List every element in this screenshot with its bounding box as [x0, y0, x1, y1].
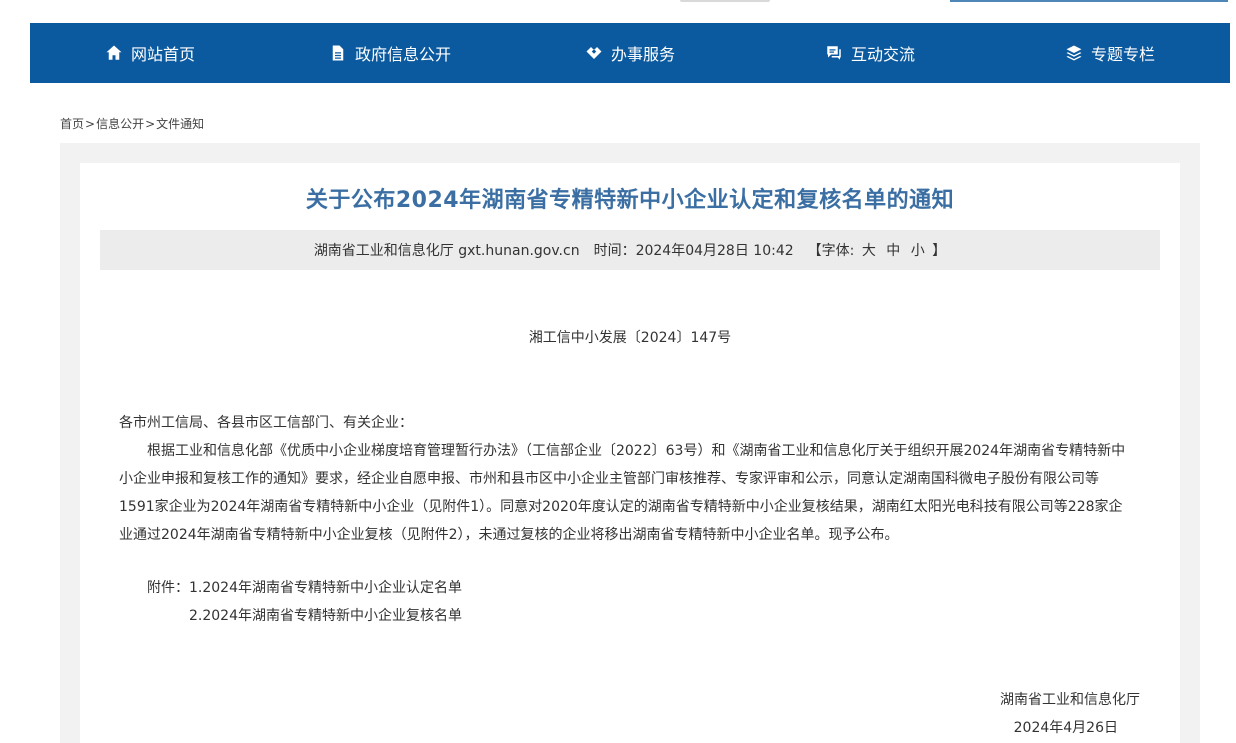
nav-item-interaction[interactable]: 互动交流 — [750, 23, 990, 83]
font-size-label: 【字体: — [807, 243, 855, 259]
breadcrumb-separator: > — [85, 117, 96, 131]
breadcrumb-notices[interactable]: 文件通知 — [156, 117, 204, 131]
chat-icon — [827, 46, 841, 60]
attachments: 附件： 1.2024年湖南省专精特新中小企业认定名单 2.2024年湖南省专精特… — [147, 574, 462, 630]
document-number: 湘工信中小发展〔2024〕147号 — [528, 330, 732, 346]
font-size-control: 【字体: 大 中 小 】 — [808, 240, 947, 260]
nav-item-special-topics[interactable]: 专题专栏 — [990, 23, 1230, 83]
font-size-large-button[interactable]: 大 — [862, 243, 876, 259]
document-icon — [332, 45, 344, 61]
signature-org: 湖南省工业和信息化厅 — [1000, 692, 1140, 708]
nav-item-label: 政府信息公开 — [354, 45, 451, 64]
body-paragraph: 根据工业和信息化部《优质中小企业梯度培育管理暂行办法》（工信部企业〔2022〕6… — [119, 443, 1126, 543]
font-size-small-button[interactable]: 小 — [911, 243, 925, 259]
signature-date: 2024年4月26日 — [1013, 720, 1118, 736]
home-icon — [106, 45, 122, 60]
article-time: 时间：2024年04月28日 10:42 — [593, 243, 794, 259]
nav-item-home[interactable]: 网站首页 — [30, 23, 270, 83]
layers-icon — [1066, 45, 1082, 61]
salutation: 各市州工信局、各县市区工信部门、有关企业： — [119, 415, 413, 431]
breadcrumb: 首页>信息公开>文件通知 — [60, 115, 204, 132]
attachments-label: 附件： — [147, 580, 189, 596]
breadcrumb-separator: > — [145, 117, 156, 131]
nav-item-gov-info[interactable]: 政府信息公开 — [270, 23, 510, 83]
article-title: 关于公布2024年湖南省专精特新中小企业认定和复核名单的通知 — [305, 188, 955, 213]
breadcrumb-info-public[interactable]: 信息公开 — [96, 117, 144, 131]
main-nav: 网站首页 政府信息公开 办事服务 互动交流 专题专栏 — [30, 23, 1230, 83]
article-body: 各市州工信局、各县市区工信部门、有关企业： 根据工业和信息化部《优质中小企业梯度… — [119, 409, 1134, 549]
header-remnant — [0, 0, 1236, 23]
site-title-remnant — [680, 0, 770, 2]
attachment-link[interactable]: 2.2024年湖南省专精特新中小企业复核名单 — [189, 602, 462, 630]
article-source: 湖南省工业和信息化厅 gxt.hunan.gov.cn — [313, 243, 580, 259]
attachment-link[interactable]: 1.2024年湖南省专精特新中小企业认定名单 — [189, 574, 462, 602]
signature: 湖南省工业和信息化厅 2024年4月26日 — [1000, 686, 1140, 742]
font-size-medium-button[interactable]: 中 — [886, 243, 900, 259]
article-meta: 湖南省工业和信息化厅 gxt.hunan.gov.cn 时间：2024年04月2… — [100, 230, 1160, 270]
font-size-label-close: 】 — [932, 243, 947, 259]
breadcrumb-home[interactable]: 首页 — [60, 117, 84, 131]
nav-item-services[interactable]: 办事服务 — [510, 23, 750, 83]
nav-item-label: 专题专栏 — [1090, 45, 1155, 64]
nav-item-label: 办事服务 — [610, 45, 675, 64]
handshake-icon — [586, 47, 602, 59]
nav-item-label: 互动交流 — [850, 45, 915, 64]
search-box-remnant[interactable] — [950, 0, 1228, 2]
nav-item-label: 网站首页 — [130, 45, 195, 64]
